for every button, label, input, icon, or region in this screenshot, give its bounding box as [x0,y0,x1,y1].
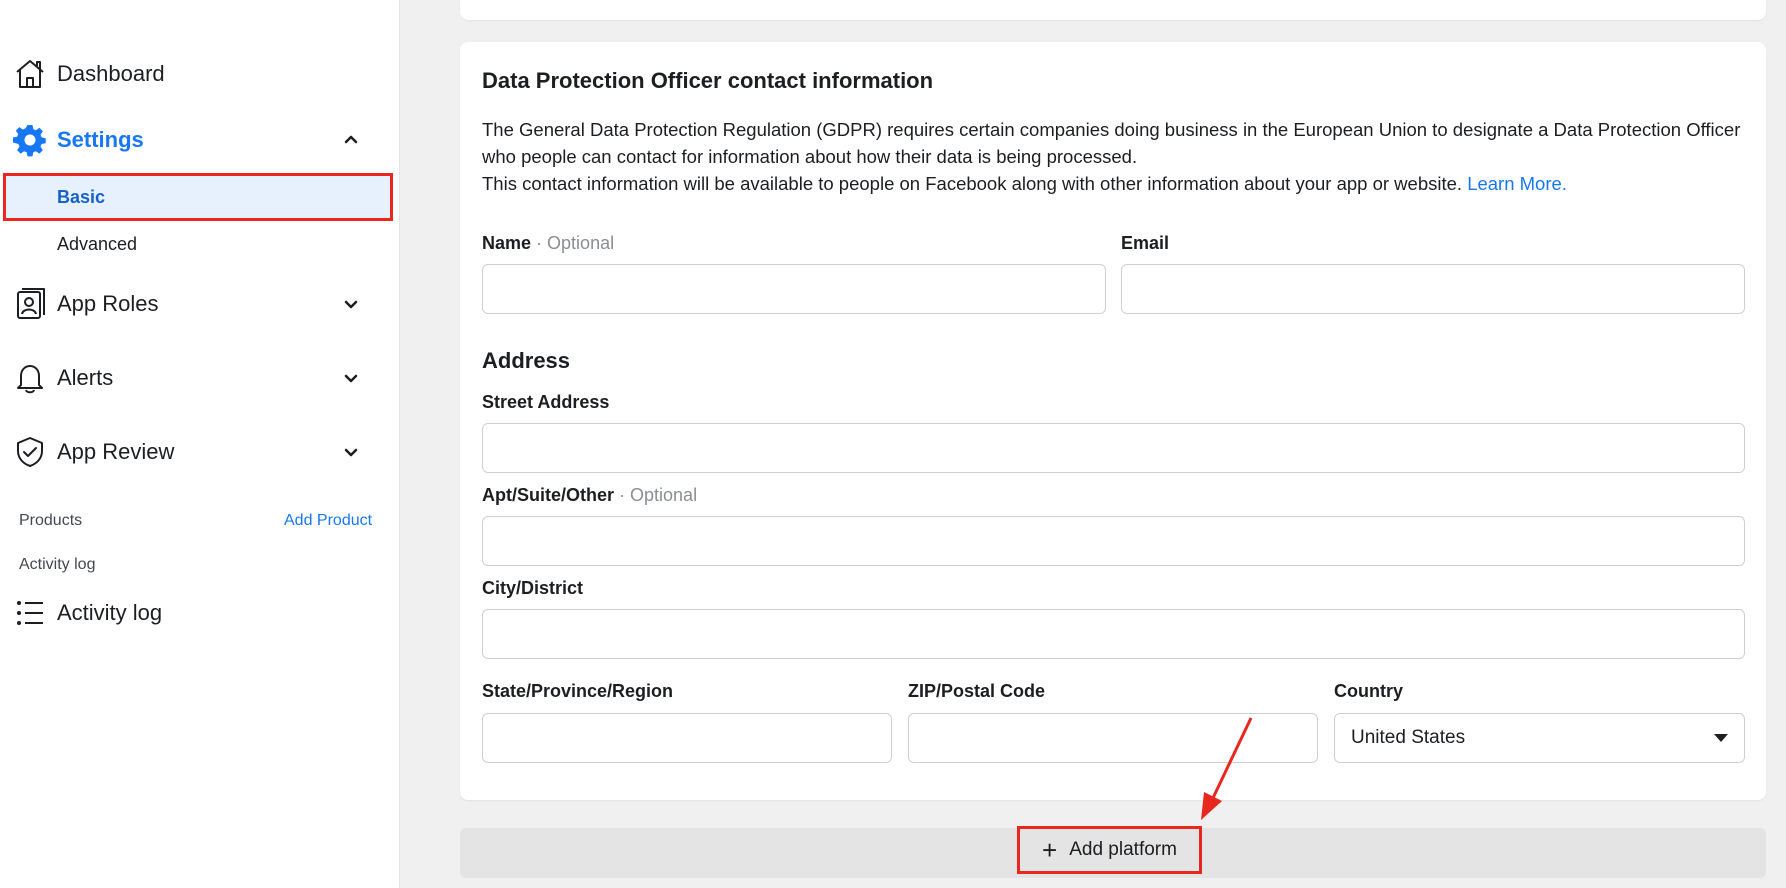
sidebar-item-app-roles[interactable]: App Roles [0,280,400,328]
state-label: State/Province/Region [482,681,674,701]
sidebar-subitem-basic[interactable]: Basic [3,173,393,221]
dpo-card: Data Protection Officer contact informat… [460,42,1766,800]
previous-card [460,0,1766,20]
name-label-text: Name [482,233,532,253]
optional-tag: · Optional [536,233,615,253]
shield-check-icon [13,435,47,469]
learn-more-link[interactable]: Learn More. [1467,173,1567,194]
card-title: Data Protection Officer contact informat… [482,68,934,93]
sidebar-subitem-label: Advanced [57,233,138,254]
sidebar: Dashboard Settings Basic Advanced App Ro… [0,0,400,888]
chevron-down-icon[interactable] [338,365,364,391]
country-select[interactable]: United States [1334,713,1745,763]
plus-icon: + [1042,835,1058,865]
sidebar-item-label: App Review [57,439,175,464]
home-icon [13,57,47,91]
description-text: The General Data Protection Regulation (… [482,119,1741,167]
sidebar-item-label: Dashboard [57,61,165,86]
chevron-down-icon[interactable] [338,439,364,465]
sidebar-item-dashboard[interactable]: Dashboard [0,50,400,98]
sidebar-item-label: Alerts [57,365,114,390]
name-input[interactable] [482,264,1106,314]
card-description: The General Data Protection Regulation (… [482,116,1744,197]
sidebar-item-label: Activity log [57,600,163,625]
caret-down-icon [1714,734,1728,742]
country-label: Country [1334,681,1403,701]
zip-label: ZIP/Postal Code [908,681,1046,701]
apt-label: Apt/Suite/Other · Optional [482,485,697,506]
sidebar-item-alerts[interactable]: Alerts [0,354,400,402]
activity-section-label: Activity log [19,556,96,573]
sidebar-item-label: App Roles [57,291,159,316]
sidebar-item-activity-log[interactable]: Activity log [0,589,400,637]
city-label: City/District [482,578,584,598]
add-platform-label: Add platform [1069,839,1177,860]
address-heading: Address [482,348,571,373]
name-label: Name · Optional [482,233,614,254]
add-platform-button[interactable]: + Add platform [1017,826,1202,874]
zip-input[interactable] [908,713,1318,763]
chevron-up-icon[interactable] [338,127,364,153]
description-text: This contact information will be availab… [482,173,1463,194]
id-badge-icon [13,287,47,321]
products-section-label: Products [19,512,83,529]
apt-input[interactable] [482,516,1745,566]
sidebar-subitem-label: Basic [57,186,106,207]
bell-icon [13,361,47,395]
sidebar-item-label: Settings [57,127,144,152]
gear-icon [13,123,47,157]
sidebar-item-app-review[interactable]: App Review [0,428,400,476]
state-input[interactable] [482,713,892,763]
sidebar-subitem-advanced[interactable]: Advanced [6,223,390,265]
country-value: United States [1351,727,1466,748]
email-label: Email [1121,233,1170,253]
optional-tag: · Optional [619,485,698,505]
street-address-input[interactable] [482,423,1745,473]
add-product-link[interactable]: Add Product [284,512,372,530]
city-input[interactable] [482,609,1745,659]
email-input[interactable] [1121,264,1745,314]
apt-label-text: Apt/Suite/Other [482,485,615,505]
sidebar-item-settings[interactable]: Settings [0,116,400,164]
list-icon [13,596,47,630]
street-address-label: Street Address [482,392,610,412]
chevron-down-icon[interactable] [338,291,364,317]
